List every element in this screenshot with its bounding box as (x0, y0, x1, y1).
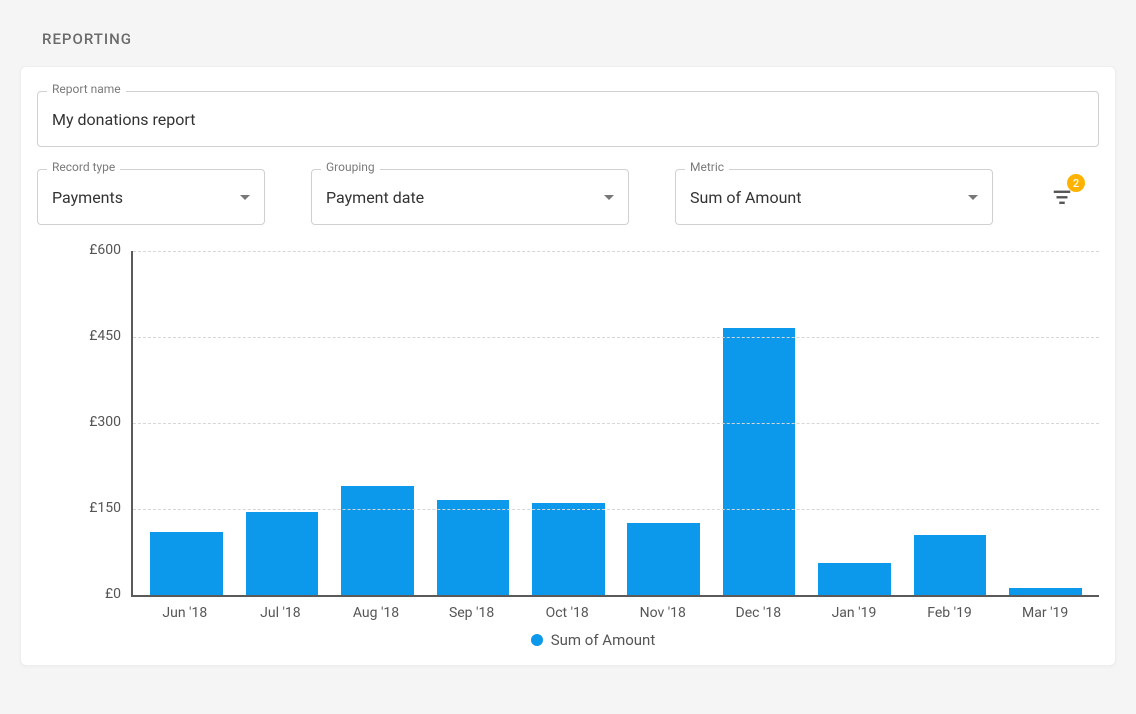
bar-chart: £600 £450 £300 £150 £0 Jun '18Jul '18Aug '18… (37, 245, 1099, 655)
grid-line (133, 337, 1099, 338)
y-axis: £600£450£300£150£0 (37, 251, 127, 597)
y-tick-label: £150 (89, 500, 121, 516)
metric-label: Metric (685, 160, 729, 174)
x-tick-label: Feb '19 (902, 605, 998, 621)
record-type-label: Record type (47, 160, 120, 174)
x-tick-label: Jan '19 (806, 605, 902, 621)
x-tick-label: Jul '18 (233, 605, 329, 621)
x-tick-label: Aug '18 (328, 605, 424, 621)
bar[interactable] (1009, 588, 1082, 595)
record-type-select[interactable]: Record type Payments (37, 169, 265, 225)
y-tick: £300 (37, 414, 127, 430)
y-tick-label: £450 (89, 328, 121, 344)
x-tick-label: Jun '18 (137, 605, 233, 621)
bar[interactable] (246, 512, 319, 595)
legend-dot-icon (531, 634, 543, 646)
grouping-label: Grouping (321, 160, 380, 174)
grid-line (133, 251, 1099, 252)
metric-value: Sum of Amount (690, 188, 801, 207)
y-tick: £150 (37, 500, 127, 516)
x-axis-labels: Jun '18Jul '18Aug '18Sep '18Oct '18Nov '… (131, 597, 1099, 621)
report-name-value: My donations report (52, 110, 195, 129)
bar[interactable] (723, 328, 796, 595)
filter-button[interactable]: 2 (1051, 186, 1073, 208)
report-card: Report name My donations report Record t… (20, 66, 1116, 666)
page-title: REPORTING (42, 30, 1116, 48)
y-tick-label: £0 (105, 586, 121, 602)
legend-label: Sum of Amount (551, 631, 656, 649)
x-tick-label: Nov '18 (615, 605, 711, 621)
y-tick: £600 (37, 242, 127, 258)
grouping-select[interactable]: Grouping Payment date (311, 169, 629, 225)
chevron-down-icon (604, 195, 614, 200)
report-name-label: Report name (47, 82, 126, 96)
x-tick-label: Sep '18 (424, 605, 520, 621)
x-tick-label: Mar '19 (997, 605, 1093, 621)
report-name-field[interactable]: Report name My donations report (37, 91, 1099, 147)
bar[interactable] (437, 500, 510, 595)
metric-select[interactable]: Metric Sum of Amount (675, 169, 993, 225)
chevron-down-icon (968, 195, 978, 200)
y-tick-label: £300 (89, 414, 121, 430)
y-tick: £0 (37, 586, 127, 602)
bar[interactable] (150, 532, 223, 595)
filter-count-badge: 2 (1067, 174, 1085, 192)
bar[interactable] (627, 523, 700, 595)
y-tick-label: £600 (89, 242, 121, 258)
chart-plot (131, 251, 1099, 597)
chart-legend: Sum of Amount (87, 631, 1099, 649)
chevron-down-icon (240, 195, 250, 200)
bar[interactable] (532, 503, 605, 595)
record-type-value: Payments (52, 188, 123, 207)
bar[interactable] (914, 535, 987, 595)
y-tick: £450 (37, 328, 127, 344)
grouping-value: Payment date (326, 188, 424, 207)
x-tick-label: Oct '18 (519, 605, 615, 621)
grid-line (133, 423, 1099, 424)
x-tick-label: Dec '18 (711, 605, 807, 621)
bar[interactable] (818, 563, 891, 595)
grid-line (133, 509, 1099, 510)
bar[interactable] (341, 486, 414, 595)
